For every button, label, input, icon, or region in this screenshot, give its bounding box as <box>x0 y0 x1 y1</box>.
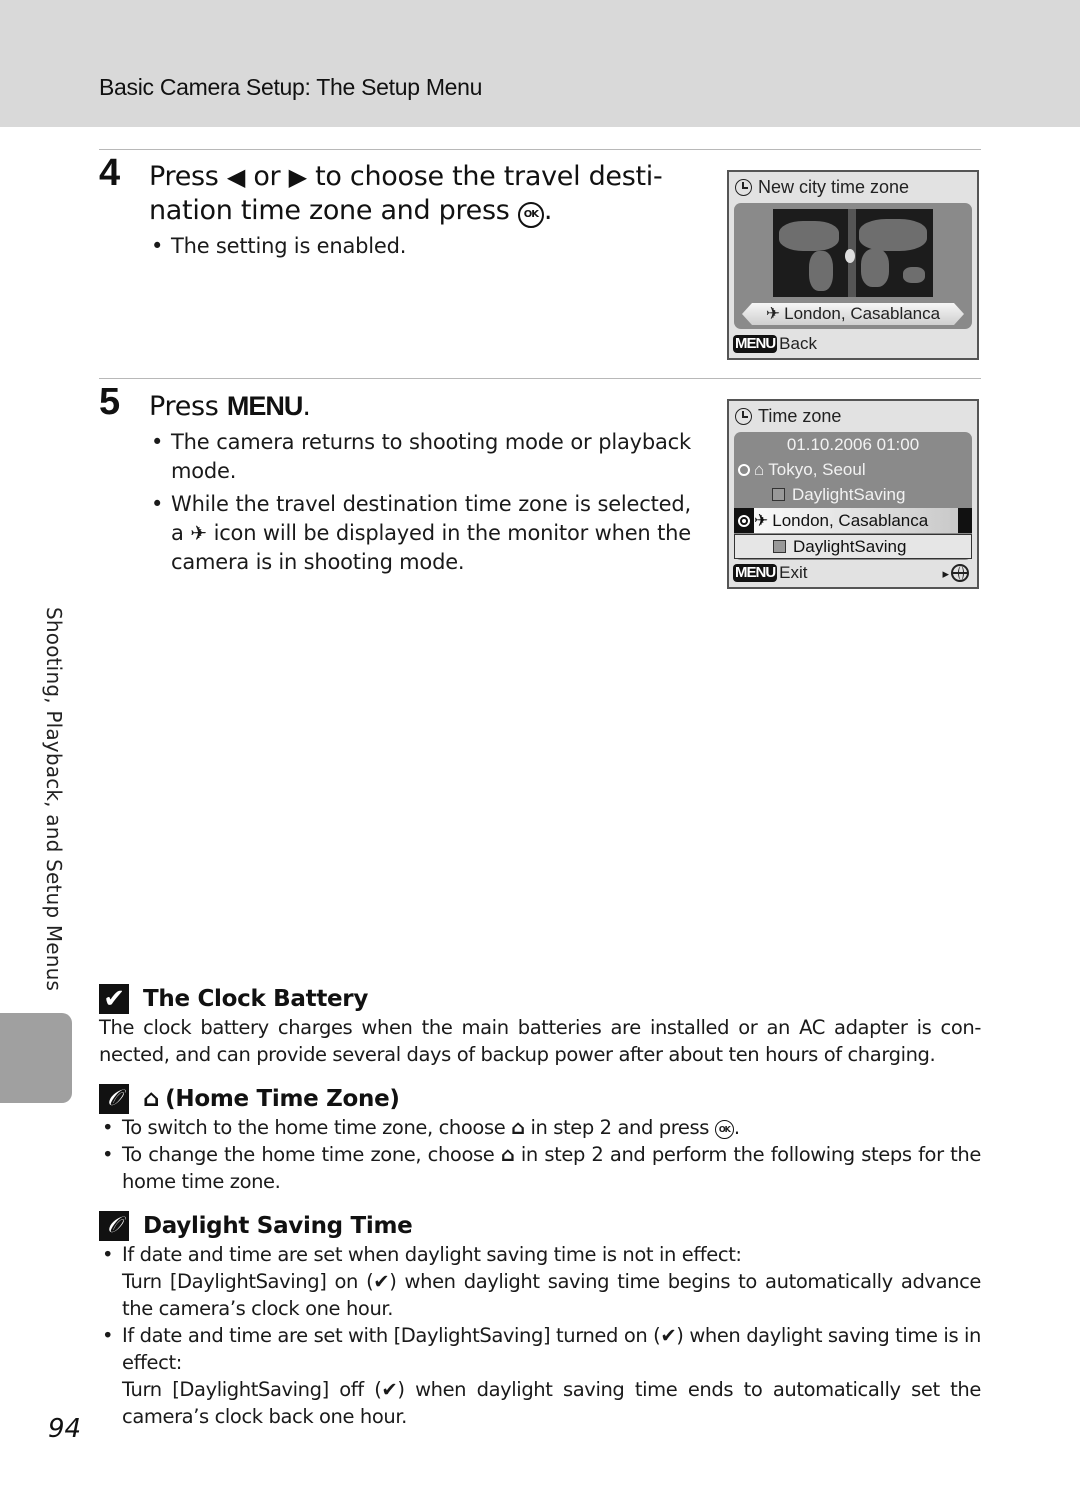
screen-title: Time zone <box>758 406 842 426</box>
screen-header: New city time zone <box>735 177 909 198</box>
bullet-text: in step 2 and press <box>530 1116 710 1139</box>
screen-panel: 01.10.2006 01:00 ⌂ Tokyo, Seoul Daylight… <box>734 432 972 560</box>
section-tab <box>0 1013 72 1103</box>
camera-screen-new-city: New city time zone ✈ London, Casablanca … <box>727 170 979 360</box>
world-map <box>773 209 933 297</box>
left-arrow-icon: ◀ <box>226 163 246 191</box>
right-arrow-icon: ▶ <box>288 163 307 191</box>
bullet-item: The setting is enabled. <box>149 232 691 261</box>
bullet-item: If date and time are set with [DaylightS… <box>99 1322 981 1430</box>
exit-label: Exit <box>779 563 808 582</box>
daylight-label: DaylightSaving <box>793 536 907 556</box>
note-heading: ✔ The Clock Battery <box>99 984 368 1014</box>
page-number: 94 <box>48 1414 82 1444</box>
datetime-value: 01.10.2006 01:00 <box>786 434 920 454</box>
step-number: 4 <box>99 152 121 194</box>
home-icon: ⌂ <box>754 459 765 479</box>
step4-bullets: The setting is enabled. <box>149 232 691 265</box>
city-name: London, Casablanca <box>784 304 941 323</box>
plane-icon: ✈ <box>765 304 781 323</box>
screen-footer: MENU Back <box>733 334 817 354</box>
bullet-item: The camera returns to shooting mode or p… <box>149 428 691 486</box>
clock-icon <box>735 179 752 196</box>
selected-zone-marker <box>845 249 855 263</box>
daylight-checkbox[interactable] <box>773 540 786 553</box>
screen-footer: MENU Exit <box>733 563 808 583</box>
daylight-label: DaylightSaving <box>792 484 906 504</box>
note-list: To switch to the home time zone, choose … <box>99 1114 981 1195</box>
step-text: . <box>543 195 553 226</box>
bullet-item: While the travel destination time zone i… <box>149 490 691 577</box>
step-title: Press ◀ or ▶ to choose the travel desti-… <box>149 160 709 228</box>
menu-button-icon: MENU <box>733 564 778 582</box>
radio-off <box>738 463 750 476</box>
radio-on <box>738 514 750 527</box>
bullet-text: icon will be displayed in the monitor wh… <box>171 521 692 574</box>
home-zone-row[interactable]: ⌂ Tokyo, Seoul <box>734 457 972 482</box>
arrow-right-icon: ▸ <box>942 566 949 581</box>
travel-city: London, Casablanca <box>772 510 929 530</box>
note-title: Daylight Saving Time <box>143 1213 413 1239</box>
note-title: (Home Time Zone) <box>165 1086 400 1112</box>
home-icon: ⌂ <box>500 1143 515 1166</box>
home-city: Tokyo, Seoul <box>768 459 866 479</box>
home-daylight-row[interactable]: DaylightSaving <box>734 482 972 507</box>
back-label: Back <box>779 334 817 353</box>
note-title: The Clock Battery <box>143 986 369 1012</box>
menu-button-icon: MENU <box>733 335 778 353</box>
globe-icon <box>951 564 969 582</box>
bullet-text: Turn [DaylightSaving] off (✔) when dayli… <box>122 1378 981 1428</box>
bullet-text: Turn [DaylightSaving] on (✔) when daylig… <box>122 1270 981 1320</box>
menu-button-label: MENU <box>226 391 303 421</box>
bullet-text: If date and time are set with [DaylightS… <box>122 1324 981 1374</box>
city-selector[interactable]: ✈ London, Casablanca <box>742 303 964 325</box>
bullet-text: . <box>733 1116 740 1139</box>
step-text: or <box>253 161 281 192</box>
plane-icon: ✈ <box>754 510 769 530</box>
step-number: 5 <box>99 381 121 423</box>
header-title: Basic Camera Setup: The Setup Menu <box>99 74 483 100</box>
paperclip-icon: 𝒪 <box>99 1211 129 1241</box>
step-text: to choose the travel desti- <box>315 161 663 192</box>
datetime-row: 01.10.2006 01:00 <box>734 432 972 457</box>
screen-panel: ✈ London, Casablanca <box>734 203 972 329</box>
note-heading: 𝒪 ⌂ (Home Time Zone) <box>99 1084 400 1114</box>
check-icon: ✔ <box>99 984 129 1014</box>
note-body: The clock battery charges when the main … <box>99 1016 981 1066</box>
ok-button-icon: OK <box>714 1120 734 1139</box>
travel-daylight-row[interactable]: DaylightSaving <box>734 534 972 559</box>
clock-icon <box>735 408 752 425</box>
home-icon: ⌂ <box>143 1086 160 1112</box>
paperclip-icon: 𝒪 <box>99 1084 129 1114</box>
travel-zone-row[interactable]: ✈ London, Casablanca <box>734 508 972 533</box>
home-icon: ⌂ <box>511 1116 525 1139</box>
bullet-item: To change the home time zone, choose ⌂ i… <box>99 1141 981 1195</box>
step-text: nation time zone and press <box>149 195 510 226</box>
section-side-label: Shooting, Playback, and Setup Menus <box>42 607 66 992</box>
step-text: . <box>302 391 311 422</box>
note-heading: 𝒪 Daylight Saving Time <box>99 1211 413 1241</box>
step5-bullets: The camera returns to shooting mode or p… <box>149 428 691 581</box>
screen-header: Time zone <box>735 406 841 427</box>
bullet-text: If date and time are set when daylight s… <box>122 1243 742 1266</box>
note-list: If date and time are set when daylight s… <box>99 1241 981 1430</box>
divider <box>99 149 981 150</box>
bullet-text: To switch to the home time zone, choose <box>122 1116 506 1139</box>
bullet-item: To switch to the home time zone, choose … <box>99 1114 981 1141</box>
plane-icon: ✈ <box>190 521 207 545</box>
daylight-checkbox[interactable] <box>772 488 785 501</box>
camera-screen-time-zone: Time zone 01.10.2006 01:00 ⌂ Tokyo, Seou… <box>727 399 979 589</box>
header-band <box>0 0 1080 127</box>
divider <box>99 378 981 379</box>
step-text: Press <box>149 161 219 192</box>
bullet-item: If date and time are set when daylight s… <box>99 1241 981 1322</box>
ok-button-icon: OK <box>517 202 544 228</box>
step-title: Press MENU. <box>149 390 311 423</box>
bullet-text: To change the home time zone, choose <box>122 1143 495 1166</box>
step-text: Press <box>149 391 219 422</box>
screen-title: New city time zone <box>758 177 910 197</box>
